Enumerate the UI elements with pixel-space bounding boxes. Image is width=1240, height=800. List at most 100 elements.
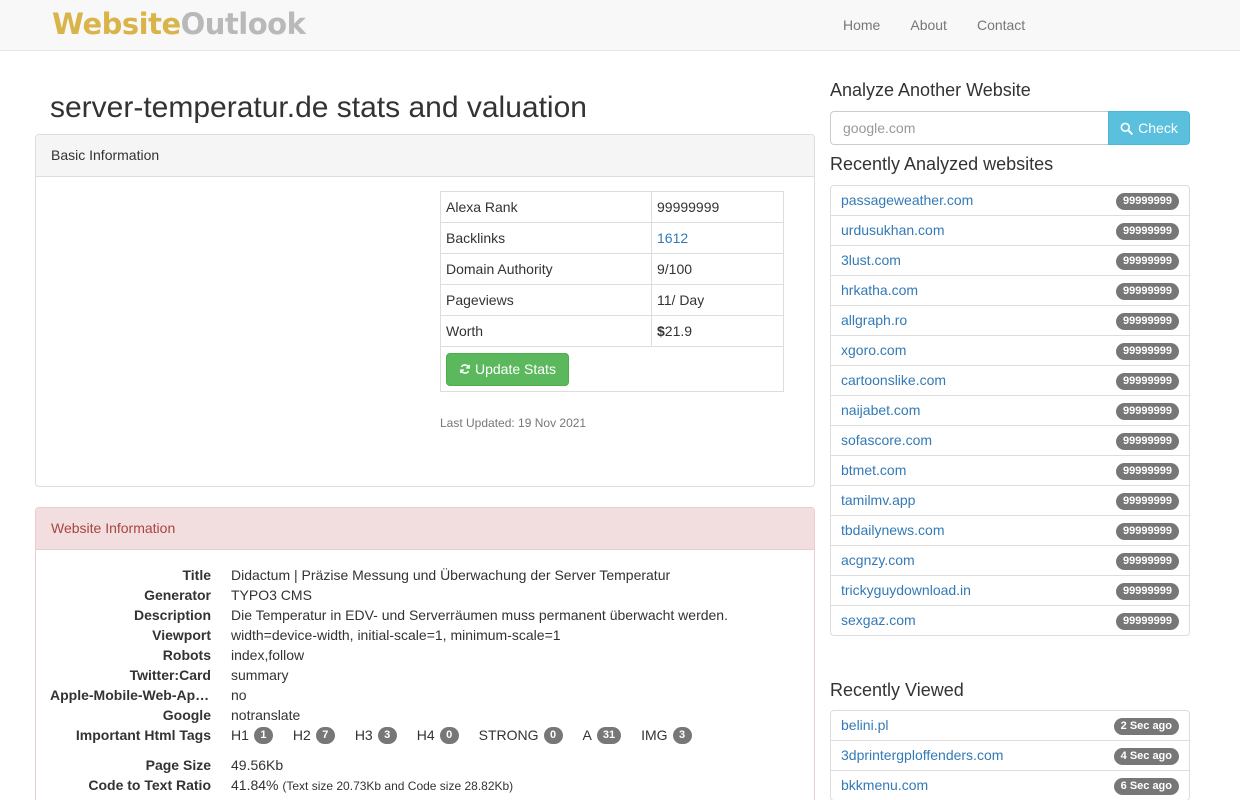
site-link[interactable]: acgnzy.com (841, 552, 915, 568)
list-item: trickyguydownload.in 99999999 (830, 575, 1190, 606)
site-link[interactable]: naijabet.com (841, 402, 920, 418)
site-link[interactable]: urdusukhan.com (841, 222, 945, 238)
brand-logo[interactable]: WebsiteOutlook (52, 7, 306, 41)
info-value-ratio: 41.84% (Text size 20.73Kb and Code size … (231, 775, 513, 796)
info-label: Code to Text Ratio (88, 777, 211, 793)
info-row-code-ratio: Code to Text Ratio 41.84% (Text size 20.… (36, 775, 814, 795)
domain-input[interactable] (830, 111, 1108, 145)
list-item: acgnzy.com 99999999 (830, 545, 1190, 576)
dollar-icon: $ (657, 323, 665, 339)
tag-count-badge: 31 (596, 726, 622, 744)
site-link[interactable]: bkkmenu.com (841, 777, 928, 793)
website-info-list: Title Didactum | Präzise Messung und Übe… (36, 565, 814, 795)
stats-row-backlinks: Backlinks 1612 (440, 222, 784, 254)
list-item: naijabet.com 99999999 (830, 395, 1190, 426)
tag-name: H2 (292, 727, 311, 743)
info-value: TYPO3 CMS (231, 587, 312, 603)
tag-h2: H2 7 (293, 725, 335, 745)
stats-value: 9/100 (651, 253, 784, 285)
info-label: Twitter:Card (129, 667, 211, 683)
list-item: xgoro.com 99999999 (830, 335, 1190, 366)
info-label: Title (182, 567, 211, 583)
list-item: sexgaz.com 99999999 (830, 605, 1190, 636)
search-icon (1120, 122, 1133, 135)
website-information-heading: Website Information (36, 508, 814, 550)
worth-value: 21.9 (664, 323, 693, 339)
site-link[interactable]: sexgaz.com (841, 612, 916, 628)
analyze-form: Check (830, 111, 1190, 145)
stats-row-update: Update Stats (440, 346, 784, 392)
tag-name: STRONG (478, 727, 539, 743)
info-row-title: Title Didactum | Präzise Messung und Übe… (36, 565, 814, 585)
rank-badge: 99999999 (1116, 343, 1179, 360)
info-value: summary (231, 667, 289, 683)
refresh-icon (460, 364, 470, 374)
rank-badge: 99999999 (1116, 403, 1179, 420)
time-badge: 6 Sec ago (1113, 778, 1179, 795)
tag-img: IMG 3 (641, 725, 692, 745)
info-value: 49.56Kb (231, 757, 284, 773)
tag-name: H1 (231, 727, 249, 743)
rank-badge: 99999999 (1116, 223, 1179, 240)
info-row-google: Google notranslate (36, 705, 814, 725)
stats-key: Backlinks (440, 222, 652, 254)
tag-name: H4 (416, 727, 435, 743)
nav-home[interactable]: Home (828, 0, 895, 50)
recently-analyzed-heading: Recently Analyzed websites (830, 154, 1054, 174)
rank-badge: 99999999 (1116, 313, 1179, 330)
update-cell: Update Stats (440, 346, 784, 392)
info-label: Google (162, 707, 211, 723)
info-row-html-tags: Important Html Tags H1 1 H2 7 H3 3 H4 0 STRO… (36, 725, 814, 745)
rank-badge: 99999999 (1116, 583, 1179, 600)
info-row-robots: Robots index,follow (36, 645, 814, 665)
site-link[interactable]: hrkatha.com (841, 282, 918, 298)
tag-h1: H1 1 (231, 725, 273, 745)
site-link[interactable]: passageweather.com (841, 192, 973, 208)
rank-badge: 99999999 (1116, 493, 1179, 510)
tag-h4: H4 0 (417, 725, 459, 745)
nav-contact[interactable]: Contact (962, 0, 1040, 50)
site-link[interactable]: sofascore.com (841, 432, 932, 448)
stats-key: Domain Authority (440, 253, 652, 285)
list-item: urdusukhan.com 99999999 (830, 215, 1190, 246)
site-link[interactable]: xgoro.com (841, 342, 906, 358)
site-link[interactable]: trickyguydownload.in (841, 582, 971, 598)
recently-viewed-heading: Recently Viewed (830, 680, 964, 700)
nav-menu: Home About Contact (828, 0, 1040, 50)
site-link[interactable]: tbdailynews.com (841, 522, 945, 538)
site-link[interactable]: cartoonslike.com (841, 372, 946, 388)
site-link[interactable]: 3dprintergploffenders.com (841, 747, 1003, 763)
stats-value: 99999999 (651, 191, 784, 223)
website-information-panel: Website Information Title Didactum | Prä… (35, 507, 815, 800)
basic-information-panel: Basic Information Alexa Rank 99999999 Ba… (35, 134, 815, 487)
rank-badge: 99999999 (1116, 553, 1179, 570)
stats-value: 11/ Day (651, 284, 784, 316)
stats-row-pageviews: Pageviews 11/ Day (440, 284, 784, 316)
list-item: tamilmv.app 99999999 (830, 485, 1190, 516)
backlinks-link[interactable]: 1612 (657, 230, 688, 246)
info-row-apple-mobile: Apple-Mobile-Web-App-Capable no (36, 685, 814, 705)
site-link[interactable]: tamilmv.app (841, 492, 915, 508)
list-item: allgraph.ro 99999999 (830, 305, 1190, 336)
update-stats-button[interactable]: Update Stats (446, 352, 569, 386)
list-item: hrkatha.com 99999999 (830, 275, 1190, 306)
info-value: Didactum | Präzise Messung und Überwachu… (231, 567, 671, 583)
tag-count-badge: 0 (439, 726, 459, 744)
nav-about[interactable]: About (895, 0, 962, 50)
check-button[interactable]: Check (1108, 111, 1190, 145)
rank-badge: 99999999 (1116, 523, 1179, 540)
site-link[interactable]: 3lust.com (841, 252, 901, 268)
tag-name: A (582, 727, 592, 743)
info-row-page-size: Page Size 49.56Kb (36, 755, 814, 775)
info-value: width=device-width, initial-scale=1, min… (231, 627, 561, 643)
site-link[interactable]: btmet.com (841, 462, 906, 478)
html-tags: H1 1 H2 7 H3 3 H4 0 STRONG 0 A 31 IMG 3 (231, 725, 692, 745)
site-link[interactable]: belini.pl (841, 717, 888, 733)
update-stats-label: Update Stats (475, 361, 556, 377)
stats-value-cell: $21.9 (651, 315, 784, 347)
list-item: sofascore.com 99999999 (830, 425, 1190, 456)
page-title: server-temperatur.de stats and valuation (50, 91, 587, 124)
stats-row-domain-authority: Domain Authority 9/100 (440, 253, 784, 285)
site-link[interactable]: allgraph.ro (841, 312, 907, 328)
rank-badge: 99999999 (1116, 433, 1179, 450)
